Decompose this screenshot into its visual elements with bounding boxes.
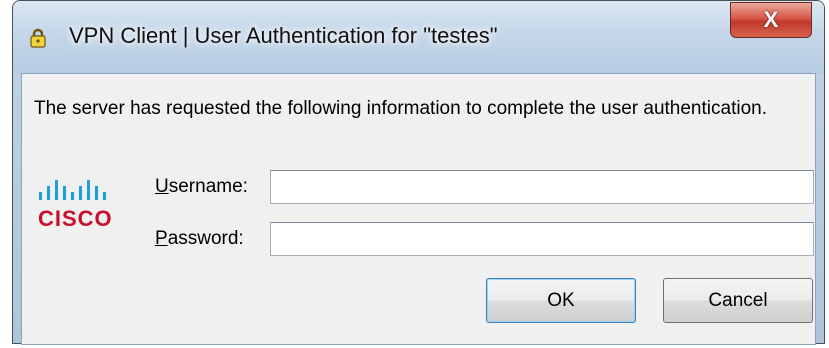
close-icon: X [763,7,779,32]
dialog-window: VPN Client | User Authentication for "te… [12,0,825,345]
password-label: Password: [155,228,244,249]
title-bar[interactable]: VPN Client | User Authentication for "te… [13,1,824,73]
cisco-bars [39,180,106,200]
username-input[interactable] [270,170,814,204]
username-label: Username: [155,176,248,197]
close-button[interactable]: X [730,2,812,38]
info-message: The server has requested the following i… [34,98,767,119]
cancel-button[interactable]: Cancel [663,278,813,323]
dialog-body: The server has requested the following i… [21,73,816,345]
cisco-wordmark: CISCO [38,206,113,231]
window-title: VPN Client | User Authentication for "te… [69,23,498,48]
lock-icon [30,28,46,48]
ok-button[interactable]: OK [486,278,636,323]
cisco-logo: CISCO [38,180,113,231]
password-input[interactable] [270,222,814,256]
